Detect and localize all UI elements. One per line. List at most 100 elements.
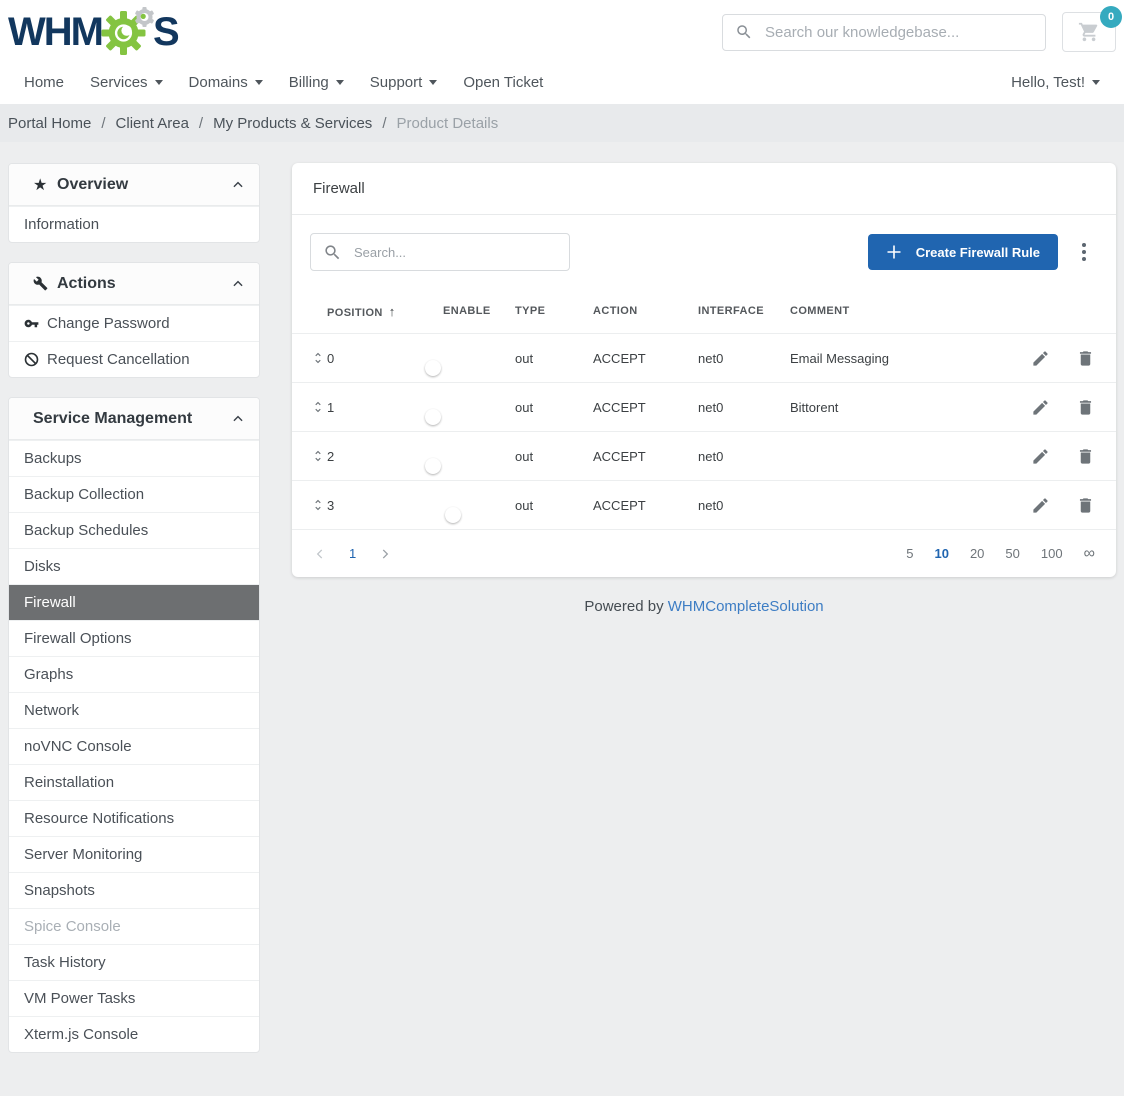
pencil-icon: [1031, 398, 1050, 417]
nav-item-domains[interactable]: Domains: [189, 74, 263, 91]
sidebar-item-server-monitoring[interactable]: Server Monitoring: [9, 836, 259, 872]
chevron-down-icon: [336, 80, 344, 85]
overview-panel-header[interactable]: ★ Overview: [9, 164, 259, 206]
page-size-50[interactable]: 50: [1005, 546, 1019, 561]
nav-item-home[interactable]: Home: [24, 74, 64, 91]
cell-action: ACCEPT: [593, 498, 698, 513]
edit-button[interactable]: [1031, 496, 1050, 515]
column-position[interactable]: POSITION↑: [327, 304, 443, 319]
table-header-row: POSITION↑ ENABLE TYPE ACTION INTERFACE C…: [292, 289, 1116, 333]
trash-icon: [1076, 349, 1095, 368]
drag-handle-icon[interactable]: [311, 449, 327, 463]
sidebar-item-backup-collection[interactable]: Backup Collection: [9, 476, 259, 512]
breadcrumb-separator: /: [101, 115, 105, 132]
column-comment[interactable]: COMMENT: [790, 305, 1025, 317]
sidebar-item-spice-console[interactable]: Spice Console: [9, 908, 259, 944]
panel-title: Service Management: [33, 410, 231, 428]
gear-icon: [98, 6, 156, 56]
page-size-20[interactable]: 20: [970, 546, 984, 561]
nav-item-billing[interactable]: Billing: [289, 74, 344, 91]
delete-button[interactable]: [1076, 349, 1095, 368]
search-icon: [735, 23, 753, 41]
knowledgebase-search: [722, 14, 1046, 51]
delete-button[interactable]: [1076, 447, 1095, 466]
prev-page-icon[interactable]: [313, 547, 327, 561]
sidebar-item-resource-notifications[interactable]: Resource Notifications: [9, 800, 259, 836]
cell-type: out: [515, 498, 593, 513]
nav-item-support[interactable]: Support: [370, 74, 438, 91]
knowledgebase-search-input[interactable]: [765, 24, 1033, 41]
sidebar-item-backups[interactable]: Backups: [9, 440, 259, 476]
drag-handle-icon[interactable]: [311, 498, 327, 512]
service-management-panel-header[interactable]: Service Management: [9, 398, 259, 440]
table-search: [310, 233, 570, 271]
cell-interface: net0: [698, 400, 790, 415]
cell-comment: Bittorent: [790, 400, 1025, 415]
page-size-10[interactable]: 10: [934, 546, 948, 561]
breadcrumb-client-area[interactable]: Client Area: [116, 115, 189, 132]
column-interface[interactable]: INTERFACE: [698, 305, 790, 317]
cell-type: out: [515, 400, 593, 415]
delete-button[interactable]: [1076, 496, 1095, 515]
page-size-5[interactable]: 5: [906, 546, 913, 561]
cart-button[interactable]: 0: [1062, 12, 1116, 52]
cell-type: out: [515, 351, 593, 366]
whmcs-logo[interactable]: WHM: [8, 8, 178, 56]
breadcrumb-my-products[interactable]: My Products & Services: [213, 115, 372, 132]
page-size-100[interactable]: 100: [1041, 546, 1063, 561]
chevron-down-icon: [255, 80, 263, 85]
logo-text-s: S: [153, 10, 178, 54]
sidebar-item-vm-power-tasks[interactable]: VM Power Tasks: [9, 980, 259, 1016]
actions-panel-header[interactable]: Actions: [9, 263, 259, 305]
sidebar-item-change-password[interactable]: Change Password: [9, 305, 259, 341]
sidebar: ★ Overview Information Actions Chan: [8, 163, 260, 1072]
sidebar-item-snapshots[interactable]: Snapshots: [9, 872, 259, 908]
more-options-icon[interactable]: [1072, 236, 1096, 268]
breadcrumb-portal-home[interactable]: Portal Home: [8, 115, 91, 132]
actions-panel: Actions Change Password Request Cancella…: [8, 262, 260, 378]
table-row: 0 out ACCEPT net0 Email Messaging: [292, 333, 1116, 382]
sidebar-item-information[interactable]: Information: [9, 206, 259, 242]
nav-item-open-ticket[interactable]: Open Ticket: [463, 74, 543, 91]
user-menu[interactable]: Hello, Test!: [1011, 74, 1100, 91]
table-row: 3 out ACCEPT net0: [292, 480, 1116, 529]
sidebar-item-graphs[interactable]: Graphs: [9, 656, 259, 692]
edit-button[interactable]: [1031, 349, 1050, 368]
page-number[interactable]: 1: [349, 546, 356, 561]
sidebar-item-novnc-console[interactable]: noVNC Console: [9, 728, 259, 764]
cart-count-badge: 0: [1100, 6, 1122, 28]
column-type[interactable]: TYPE: [515, 305, 593, 317]
page-size-unlimited[interactable]: ∞: [1084, 545, 1095, 563]
sidebar-item-firewall-options[interactable]: Firewall Options: [9, 620, 259, 656]
table-search-input[interactable]: [354, 245, 557, 260]
sidebar-item-network[interactable]: Network: [9, 692, 259, 728]
column-action[interactable]: ACTION: [593, 305, 698, 317]
whmcompletesolution-link[interactable]: WHMCompleteSolution: [668, 598, 824, 615]
sidebar-item-backup-schedules[interactable]: Backup Schedules: [9, 512, 259, 548]
sidebar-item-xtermjs-console[interactable]: Xterm.js Console: [9, 1016, 259, 1052]
sidebar-item-task-history[interactable]: Task History: [9, 944, 259, 980]
cell-type: out: [515, 449, 593, 464]
trash-icon: [1076, 496, 1095, 515]
powered-by: Powered by WHMCompleteSolution: [292, 598, 1116, 615]
sidebar-item-disks[interactable]: Disks: [9, 548, 259, 584]
nav-item-services[interactable]: Services: [90, 74, 163, 91]
sidebar-item-firewall[interactable]: Firewall: [9, 584, 259, 620]
main-nav: Home Services Domains Billing Support Op…: [0, 64, 1124, 104]
star-icon: ★: [33, 175, 57, 195]
key-icon: [24, 316, 39, 331]
column-enable[interactable]: ENABLE: [443, 305, 515, 317]
chevron-up-icon: [231, 277, 245, 291]
sidebar-item-request-cancellation[interactable]: Request Cancellation: [9, 341, 259, 377]
pencil-icon: [1031, 447, 1050, 466]
edit-button[interactable]: [1031, 398, 1050, 417]
next-page-icon[interactable]: [378, 547, 392, 561]
sidebar-item-reinstallation[interactable]: Reinstallation: [9, 764, 259, 800]
create-firewall-rule-button[interactable]: Create Firewall Rule: [868, 234, 1058, 270]
edit-button[interactable]: [1031, 447, 1050, 466]
drag-handle-icon[interactable]: [311, 351, 327, 365]
delete-button[interactable]: [1076, 398, 1095, 417]
cell-interface: net0: [698, 449, 790, 464]
logo-text-whm: WHM: [8, 10, 102, 54]
drag-handle-icon[interactable]: [311, 400, 327, 414]
